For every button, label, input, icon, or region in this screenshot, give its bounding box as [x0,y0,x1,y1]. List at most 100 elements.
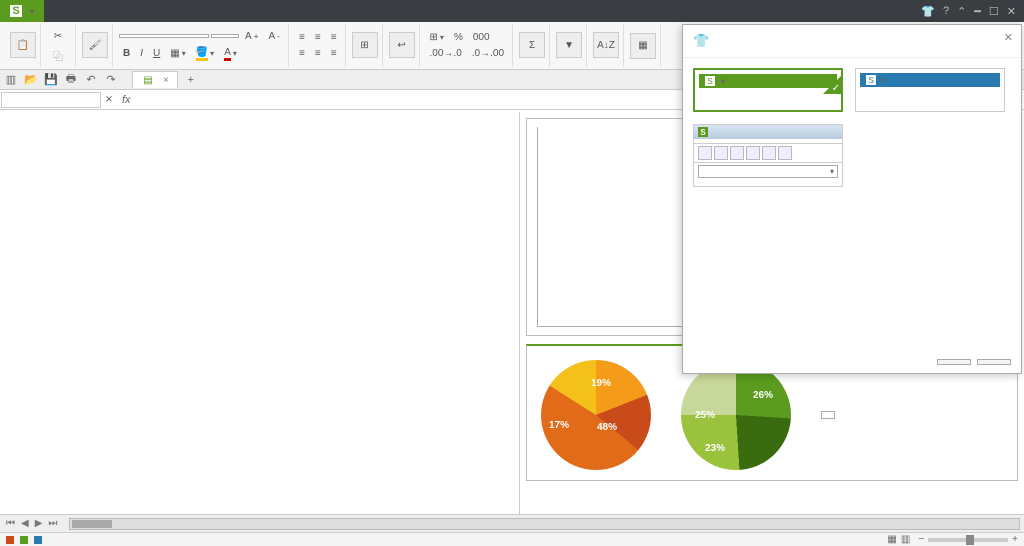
window-controls: 👕 ? ⌃ ━ ☐ ✕ [921,5,1024,18]
fill-color-button[interactable]: 🪣▾ [192,45,218,63]
autosum-group: Σ [515,24,550,67]
align-right-button[interactable]: ≡ [327,46,341,61]
status-bar: ▦ ▥ − + [0,532,1024,546]
app-logo-icon: S [10,5,22,17]
zoom-slider[interactable] [928,538,1008,542]
skin-manager-panel: 👕 ✕ S▾ S▾ S ▾ [682,24,1022,374]
qat-save-button[interactable]: 💾 [44,73,58,87]
skin-card-water-blue[interactable]: S▾ [855,68,1005,112]
skin-list: S▾ S▾ S ▾ [683,58,1021,197]
align-center-button[interactable]: ≡ [311,46,325,61]
ok-button[interactable] [937,359,971,365]
close-doc-icon[interactable]: × [163,75,169,86]
shrink-font-button[interactable]: A- [265,29,284,44]
cancel-formula-icon[interactable]: ⨯ [102,93,116,107]
help-icon[interactable]: ? [943,5,949,18]
cancel-button[interactable] [977,359,1011,365]
font-color-button[interactable]: A▾ [220,45,241,63]
status-indicator-red [6,536,14,544]
close-button[interactable]: ✕ [1007,5,1016,18]
fx-icon[interactable]: fx [116,94,137,106]
autofilter-group: ▼ [552,24,587,67]
autosum-button[interactable]: Σ [519,32,545,58]
pie-legend [821,411,835,419]
wrap-group: ↩ [385,24,420,67]
ribbon-min-icon[interactable]: ⌃ [957,5,966,18]
maximize-button[interactable]: ☐ [989,5,999,18]
increase-decimal-button[interactable]: .00→.0 [426,46,466,61]
doc-icon: ▤ [141,73,155,87]
align-middle-button[interactable]: ≡ [311,30,325,45]
italic-button[interactable]: I [136,46,147,61]
number-group: ⊞▾ % 000 .00→.0 .0→.00 [422,24,514,67]
copy-icon: ⿻ [51,48,65,62]
shirt-icon[interactable]: 👕 [921,5,935,18]
grow-font-button[interactable]: A+ [241,29,263,44]
comma-button[interactable]: 000 [469,30,494,45]
align-group: ≡ ≡ ≡ ≡ ≡ ≡ [291,24,346,67]
horizontal-scrollbar[interactable] [69,518,1020,530]
autofilter-button[interactable]: ▼ [556,32,582,58]
document-tab[interactable]: ▤ × [132,71,178,88]
close-icon[interactable]: ✕ [1004,31,1013,44]
skin-manager-footer [937,359,1011,365]
next-sheet-button[interactable]: ▶ [33,518,45,529]
merge-button[interactable]: ⊞ [352,32,378,58]
percent-button[interactable]: % [450,30,467,45]
zoom-out-button[interactable]: − [918,534,924,545]
font-group: A+ A- B I U ▦▾ 🪣▾ A▾ [115,24,289,67]
decrease-decimal-button[interactable]: .0→.00 [468,46,508,61]
format-painter-button[interactable]: 🖌 [82,32,108,58]
copy-button[interactable]: ⿻ [47,46,71,64]
name-box[interactable] [1,92,101,108]
cut-button[interactable]: ✂ [47,27,71,45]
align-bottom-button[interactable]: ≡ [327,30,341,45]
prev-sheet-button[interactable]: ◀ [19,518,31,529]
title-bar: S ▾ 👕 ? ⌃ ━ ☐ ✕ [0,0,1024,22]
merge-group: ⊞ [348,24,383,67]
view-page-icon[interactable]: ▥ [901,534,910,545]
font-family-select[interactable] [119,34,209,38]
format-painter-group: 🖌 [78,24,113,67]
status-indicator-green [20,536,28,544]
sheet-tab-bar: ⏮ ◀ ▶ ⏭ [0,514,1024,532]
sort-button[interactable]: A↓Z [593,32,619,58]
clipboard-group: ✂ ⿻ [43,24,76,67]
skin-card-classic[interactable]: S ▾ [693,124,843,187]
currency-button[interactable]: ⊞▾ [426,30,448,45]
bold-button[interactable]: B [119,46,134,61]
qat-new-button[interactable]: ▥ [4,73,18,87]
underline-button[interactable]: U [149,46,164,61]
paste-group: 📋 [6,24,41,67]
format-group: ▦ [626,24,661,67]
minimize-button[interactable]: ━ [974,5,981,18]
shirt-icon: 👕 [693,33,709,49]
skin-name-label [699,100,837,106]
skin-card-elegant-black[interactable]: S▾ [693,68,843,112]
zoom-control: ▦ ▥ − + [887,534,1018,545]
sort-group: A↓Z [589,24,624,67]
classic-font-select: ▾ [698,165,838,178]
pie-chart-1: 19% 17% 48% [541,360,651,470]
new-tab-button[interactable]: + [184,73,198,87]
font-size-select[interactable] [211,34,239,38]
qat-print-button[interactable]: 🖶 [64,73,78,87]
align-top-button[interactable]: ≡ [295,30,309,45]
wrap-text-button[interactable]: ↩ [389,32,415,58]
last-sheet-button[interactable]: ⏭ [46,518,59,529]
qat-open-button[interactable]: 📂 [24,73,38,87]
paste-button[interactable]: 📋 [10,32,36,58]
qat-redo-button[interactable]: ↷ [104,73,118,87]
zoom-in-button[interactable]: + [1012,534,1018,545]
spreadsheet-grid[interactable] [0,112,520,520]
skin-name-label [694,180,842,186]
skin-manager-header: 👕 [683,25,1021,58]
align-left-button[interactable]: ≡ [295,46,309,61]
pie-chart-2: 26% 23% 25% [681,360,791,470]
view-normal-icon[interactable]: ▦ [887,534,896,545]
app-menu-button[interactable]: S ▾ [0,0,44,22]
border-button[interactable]: ▦▾ [166,46,189,61]
qat-undo-button[interactable]: ↶ [84,73,98,87]
first-sheet-button[interactable]: ⏮ [4,518,17,529]
format-button[interactable]: ▦ [630,33,656,59]
